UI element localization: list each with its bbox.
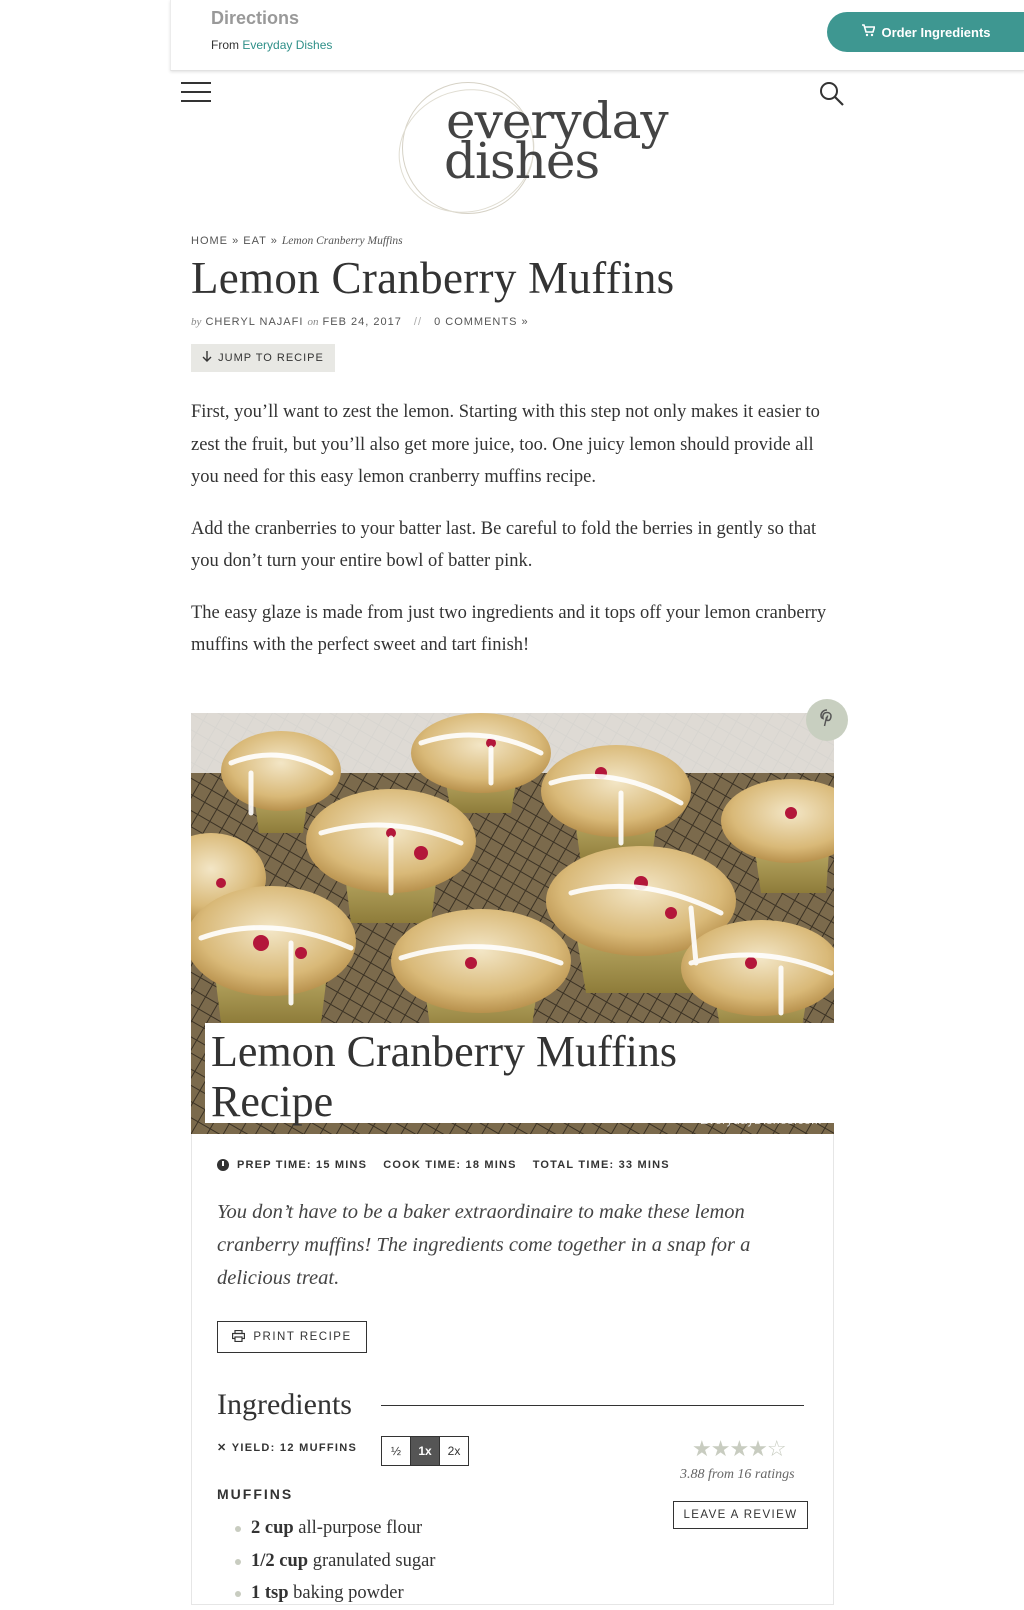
printer-icon bbox=[232, 1329, 246, 1345]
serving-scale: ½ 1x 2x bbox=[381, 1436, 469, 1466]
post-date: FEB 24, 2017 bbox=[322, 316, 402, 328]
page-title: Lemon Cranberry Muffins bbox=[191, 253, 675, 303]
jump-to-recipe-label: JUMP TO RECIPE bbox=[218, 352, 324, 364]
prep-time-label: PREP TIME: bbox=[237, 1159, 312, 1171]
recipe-yield: ✕ YIELD: 12 MUFFINS bbox=[217, 1441, 357, 1454]
breadcrumb-separator: » bbox=[270, 235, 278, 247]
ingredient-name: baking powder bbox=[293, 1583, 404, 1603]
jump-to-recipe-button[interactable]: JUMP TO RECIPE bbox=[191, 344, 335, 372]
star-rating[interactable]: ★★★★☆ bbox=[692, 1437, 787, 1462]
heading-rule bbox=[381, 1405, 804, 1406]
ingredients-heading: Ingredients bbox=[217, 1388, 352, 1421]
ingredient-list: 2 cup all-purpose flour 1/2 cup granulat… bbox=[235, 1512, 435, 1610]
post-meta: by CHERYL NAJAFI on FEB 24, 2017 // 0 CO… bbox=[191, 316, 529, 328]
on-label: on bbox=[307, 316, 319, 328]
list-item: 2 cup all-purpose flour bbox=[235, 1512, 435, 1545]
recipe-title-line-1: Lemon Cranberry Muffins bbox=[211, 1027, 677, 1076]
source-link[interactable]: Everyday Dishes bbox=[242, 38, 332, 52]
prep-time: PREP TIME: 15 MINS bbox=[237, 1159, 367, 1171]
recipe-times: PREP TIME: 15 MINS COOK TIME: 18 MINS TO… bbox=[217, 1159, 686, 1171]
directions-title: Directions bbox=[211, 8, 300, 28]
total-time: TOTAL TIME: 33 MINS bbox=[533, 1159, 670, 1171]
breadcrumb-separator: » bbox=[232, 235, 240, 247]
meta-divider: // bbox=[413, 316, 423, 328]
utensils-icon: ✕ bbox=[217, 1442, 228, 1454]
clock-icon bbox=[217, 1159, 229, 1171]
list-item: 1/2 cup granulated sugar bbox=[235, 1545, 435, 1578]
order-ingredients-label: Order Ingredients bbox=[881, 24, 991, 40]
from-prefix: From bbox=[211, 38, 239, 52]
menu-icon[interactable] bbox=[181, 82, 211, 104]
recipe-title-line-2: Recipe bbox=[211, 1077, 334, 1126]
paragraph: First, you’ll want to zest the lemon. St… bbox=[191, 402, 820, 487]
search-icon[interactable] bbox=[818, 80, 846, 108]
breadcrumb-eat[interactable]: EAT bbox=[243, 235, 266, 247]
logo-word-2: dishes bbox=[444, 132, 600, 190]
scale-2x-button[interactable]: 2x bbox=[440, 1437, 468, 1465]
cook-time: COOK TIME: 18 MINS bbox=[383, 1159, 516, 1171]
leave-review-button[interactable]: LEAVE A REVIEW bbox=[673, 1501, 808, 1529]
comments-link[interactable]: 0 COMMENTS » bbox=[434, 316, 529, 328]
ingredient-amount: 2 cup bbox=[251, 1518, 294, 1538]
author-link[interactable]: CHERYL NAJAFI bbox=[205, 316, 303, 328]
breadcrumb-current: Lemon Cranberry Muffins bbox=[281, 235, 403, 247]
total-time-label: TOTAL TIME: bbox=[532, 1159, 615, 1171]
pinterest-icon bbox=[819, 708, 835, 732]
ingredient-amount: 1 tsp bbox=[251, 1583, 289, 1603]
rating-summary: 3.88 from 16 ratings bbox=[680, 1467, 795, 1482]
directions-source: From Everyday Dishes bbox=[211, 38, 332, 52]
pinterest-save-button[interactable] bbox=[806, 699, 848, 741]
recipe-title: Lemon Cranberry Muffins Recipe bbox=[211, 1027, 677, 1127]
by-label: by bbox=[191, 316, 202, 328]
prep-time-value: 15 MINS bbox=[316, 1159, 368, 1171]
print-recipe-button[interactable]: PRINT RECIPE bbox=[217, 1321, 367, 1353]
ingredient-name: granulated sugar bbox=[312, 1550, 436, 1571]
ingredient-name: all-purpose flour bbox=[298, 1518, 423, 1538]
cart-icon bbox=[861, 24, 877, 40]
yield-label: YIELD: bbox=[231, 1442, 276, 1454]
ingredient-group-heading: MUFFINS bbox=[217, 1486, 294, 1502]
paragraph: Add the cranberries to your batter last.… bbox=[191, 518, 817, 572]
list-item: 1 tsp baking powder bbox=[235, 1577, 435, 1610]
cook-time-value: 18 MINS bbox=[465, 1159, 517, 1171]
yield-value: 12 MUFFINS bbox=[279, 1442, 358, 1454]
recipe-title-box: Lemon Cranberry Muffins Recipe bbox=[205, 1023, 834, 1126]
directions-bar: Directions From Everyday Dishes Order In… bbox=[170, 0, 1024, 71]
print-recipe-label: PRINT RECIPE bbox=[253, 1331, 352, 1343]
paragraph: The easy glaze is made from just two ing… bbox=[191, 602, 827, 656]
recipe-summary: You don’t have to be a baker extraordina… bbox=[217, 1201, 751, 1289]
arrow-down-icon bbox=[202, 351, 212, 365]
cook-time-label: COOK TIME: bbox=[383, 1159, 462, 1171]
image-watermark: EverydayDishes.com bbox=[700, 1113, 822, 1127]
site-logo[interactable]: everyday dishes bbox=[382, 71, 669, 231]
scale-1x-button[interactable]: 1x bbox=[411, 1437, 440, 1465]
order-ingredients-button[interactable]: Order Ingredients bbox=[827, 12, 1024, 52]
total-time-value: 33 MINS bbox=[618, 1159, 670, 1171]
breadcrumb-home[interactable]: HOME bbox=[191, 235, 228, 247]
ingredient-amount: 1/2 cup bbox=[251, 1550, 309, 1571]
scale-half-button[interactable]: ½ bbox=[382, 1437, 411, 1465]
breadcrumb: HOME » EAT » Lemon Cranberry Muffins bbox=[191, 235, 403, 247]
article-body: First, you’ll want to zest the lemon. St… bbox=[191, 396, 831, 681]
